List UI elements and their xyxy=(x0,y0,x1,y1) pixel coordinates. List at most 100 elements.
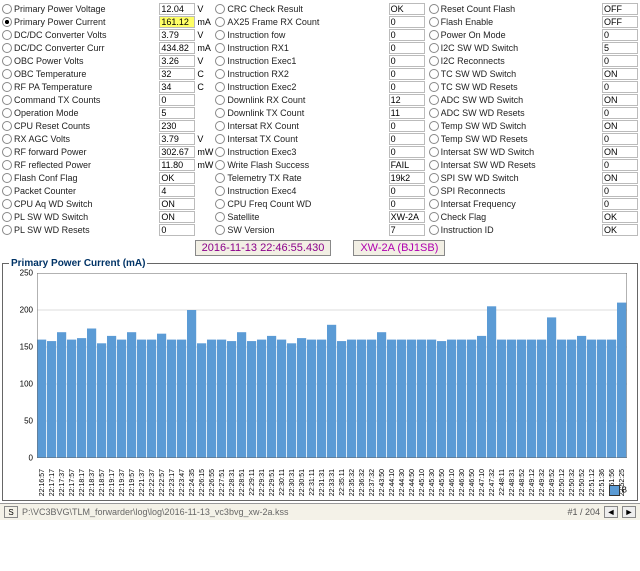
radio-select[interactable] xyxy=(429,186,439,196)
radio-select[interactable] xyxy=(215,186,225,196)
next-button[interactable]: ► xyxy=(622,506,636,518)
telemetry-row: Intersat RX Count0 xyxy=(215,119,424,132)
radio-select[interactable] xyxy=(429,199,439,209)
field-value: 230 xyxy=(159,120,195,132)
radio-select[interactable] xyxy=(2,225,12,235)
radio-select[interactable] xyxy=(2,30,12,40)
field-unit: V xyxy=(195,56,211,66)
radio-select[interactable] xyxy=(215,121,225,131)
field-value: 4 xyxy=(159,185,195,197)
radio-select[interactable] xyxy=(215,134,225,144)
radio-select[interactable] xyxy=(429,173,439,183)
radio-select[interactable] xyxy=(215,82,225,92)
field-label: TC SW WD Switch xyxy=(441,69,602,79)
field-value: 5 xyxy=(602,42,638,54)
radio-select[interactable] xyxy=(2,56,12,66)
radio-select[interactable] xyxy=(429,147,439,157)
radio-select[interactable] xyxy=(215,147,225,157)
telemetry-row: SW Version7 xyxy=(215,223,424,236)
radio-select[interactable] xyxy=(215,4,225,14)
field-unit: C xyxy=(195,69,211,79)
radio-select[interactable] xyxy=(429,17,439,27)
field-label: Intersat TX Count xyxy=(227,134,388,144)
telemetry-row: PL SW WD SwitchON xyxy=(2,210,211,223)
field-label: Flash Conf Flag xyxy=(14,173,159,183)
radio-select[interactable] xyxy=(2,4,12,14)
radio-select[interactable] xyxy=(2,186,12,196)
field-value: 0 xyxy=(389,68,425,80)
radio-select[interactable] xyxy=(215,160,225,170)
radio-select[interactable] xyxy=(215,17,225,27)
radio-select[interactable] xyxy=(429,212,439,222)
radio-select[interactable] xyxy=(429,82,439,92)
radio-select[interactable] xyxy=(429,4,439,14)
field-value: 12.04 xyxy=(159,3,195,15)
telemetry-row: Intersat Frequency0 xyxy=(429,197,638,210)
radio-select[interactable] xyxy=(215,212,225,222)
radio-select[interactable] xyxy=(2,199,12,209)
radio-select[interactable] xyxy=(2,82,12,92)
radio-select[interactable] xyxy=(215,199,225,209)
radio-select[interactable] xyxy=(215,108,225,118)
radio-select[interactable] xyxy=(429,134,439,144)
field-label: DC/DC Converter Volts xyxy=(14,30,159,40)
status-s-button[interactable]: S xyxy=(4,506,18,518)
radio-select[interactable] xyxy=(429,121,439,131)
radio-select[interactable] xyxy=(215,225,225,235)
telemetry-row: ADC SW WD Resets0 xyxy=(429,106,638,119)
radio-select[interactable] xyxy=(2,43,12,53)
radio-select[interactable] xyxy=(429,108,439,118)
field-label: CPU Freq Count WD xyxy=(227,199,388,209)
field-label: Downlink RX Count xyxy=(227,95,388,105)
radio-select[interactable] xyxy=(429,43,439,53)
field-label: Flash Enable xyxy=(441,17,602,27)
field-value: 0 xyxy=(389,120,425,132)
field-unit: V xyxy=(195,4,211,14)
field-value: 7 xyxy=(389,224,425,236)
field-value: 161.12 xyxy=(159,16,195,28)
radio-select[interactable] xyxy=(429,69,439,79)
field-unit: mW xyxy=(195,160,211,170)
prev-button[interactable]: ◄ xyxy=(604,506,618,518)
radio-select[interactable] xyxy=(429,225,439,235)
field-label: CRC Check Result xyxy=(227,4,388,14)
telemetry-row: AX25 Frame RX Count0 xyxy=(215,15,424,28)
radio-select[interactable] xyxy=(215,69,225,79)
field-label: DC/DC Converter Curr xyxy=(14,43,159,53)
telemetry-row: DC/DC Converter Curr434.82mA xyxy=(2,41,211,54)
radio-select[interactable] xyxy=(429,95,439,105)
field-value: 32 xyxy=(159,68,195,80)
radio-select[interactable] xyxy=(215,43,225,53)
field-label: Primary Power Current xyxy=(14,17,159,27)
radio-select[interactable] xyxy=(215,30,225,40)
radio-select[interactable] xyxy=(2,147,12,157)
telemetry-row: CPU Freq Count WD0 xyxy=(215,197,424,210)
radio-select[interactable] xyxy=(2,108,12,118)
radio-select[interactable] xyxy=(215,95,225,105)
telemetry-row: RF reflected Power11.80mW xyxy=(2,158,211,171)
radio-select[interactable] xyxy=(2,160,12,170)
radio-select[interactable] xyxy=(215,173,225,183)
telemetry-row: OBC Power Volts3.26V xyxy=(2,54,211,67)
telemetry-row: Temp SW WD SwitchON xyxy=(429,119,638,132)
radio-select[interactable] xyxy=(429,30,439,40)
telemetry-row: SatelliteXW-2A xyxy=(215,210,424,223)
radio-select[interactable] xyxy=(2,121,12,131)
field-value: 0 xyxy=(159,94,195,106)
field-value: 0 xyxy=(389,198,425,210)
radio-select[interactable] xyxy=(2,69,12,79)
radio-select[interactable] xyxy=(2,17,12,27)
telemetry-row: RF PA Temperature34C xyxy=(2,80,211,93)
field-unit: C xyxy=(195,82,211,92)
radio-select[interactable] xyxy=(429,160,439,170)
telemetry-row: Instruction RX20 xyxy=(215,67,424,80)
chart-area: 050100150200250 22:16:5722:17:1722:17:37… xyxy=(9,273,631,498)
radio-select[interactable] xyxy=(215,56,225,66)
field-unit: V xyxy=(195,30,211,40)
radio-select[interactable] xyxy=(2,173,12,183)
radio-select[interactable] xyxy=(429,56,439,66)
radio-select[interactable] xyxy=(2,134,12,144)
radio-select[interactable] xyxy=(2,95,12,105)
field-value: 3.26 xyxy=(159,55,195,67)
radio-select[interactable] xyxy=(2,212,12,222)
